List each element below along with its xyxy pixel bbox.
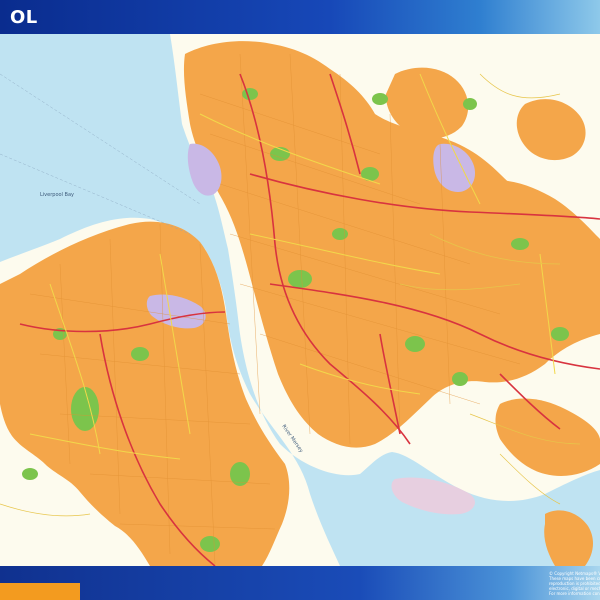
copyright-line: For more information consult [549,591,600,596]
city-map[interactable]: Liverpool Bay River Mersey [0,34,600,566]
water-label-bay: Liverpool Bay [40,192,74,198]
title-bar: OL [0,0,600,34]
map-poster: OL Liverpool Bay River Mersey © Copyrigh… [0,0,600,600]
footer-bar [0,566,600,600]
map-title: OL [10,6,38,28]
map-canvas[interactable]: Liverpool Bay River Mersey [0,34,600,566]
copyright-notes: © Copyright Netmaps® VMF 2017 These maps… [549,571,600,596]
footer-accent [0,583,80,600]
